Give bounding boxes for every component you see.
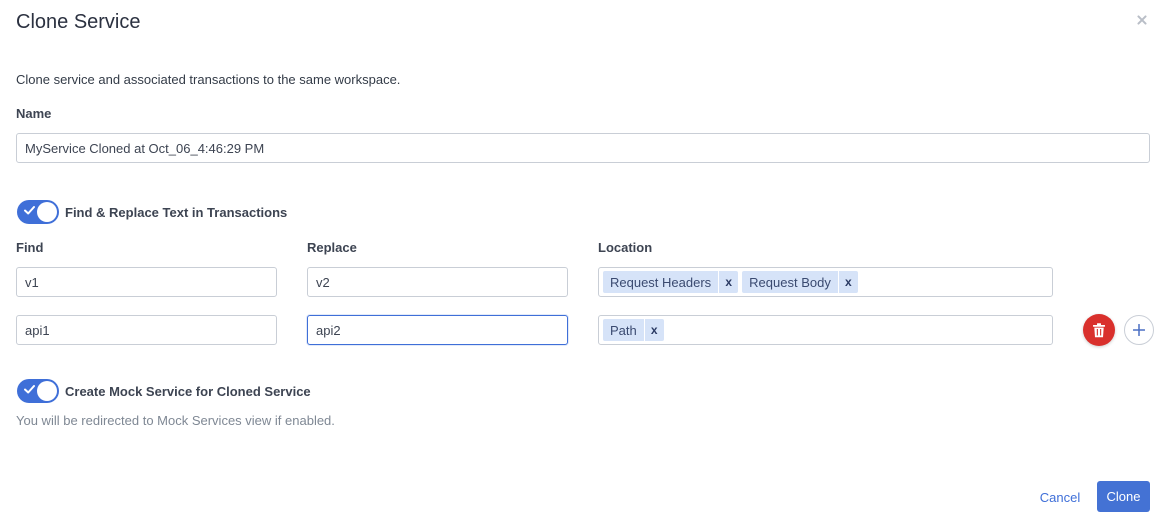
find-input[interactable] — [16, 267, 277, 297]
find-column-label: Find — [16, 240, 44, 255]
mock-service-toggle-label: Create Mock Service for Cloned Service — [65, 384, 311, 399]
name-label: Name — [16, 106, 52, 121]
delete-row-button[interactable] — [1083, 314, 1115, 346]
close-icon[interactable] — [1135, 13, 1149, 27]
dialog-description: Clone service and associated transaction… — [16, 72, 401, 87]
toggle-knob — [37, 202, 57, 222]
location-tag: Request Body x — [742, 271, 858, 293]
mock-service-toggle[interactable] — [17, 379, 59, 403]
cancel-button[interactable]: Cancel — [1030, 482, 1090, 512]
location-tag: Path x — [603, 319, 664, 341]
find-replace-toggle[interactable] — [17, 200, 59, 224]
tag-remove-icon[interactable]: x — [838, 271, 858, 293]
replace-column-label: Replace — [307, 240, 357, 255]
trash-icon — [1093, 322, 1105, 337]
dialog-title: Clone Service — [16, 11, 141, 33]
location-tag-label: Path — [603, 319, 644, 341]
mock-service-hint: You will be redirected to Mock Services … — [16, 413, 335, 428]
replace-input[interactable] — [307, 315, 568, 345]
tag-remove-icon[interactable]: x — [719, 271, 739, 293]
location-tag-label: Request Body — [742, 271, 838, 293]
location-select[interactable]: Path x — [598, 315, 1053, 345]
clone-button[interactable]: Clone — [1097, 481, 1150, 512]
location-tag-label: Request Headers — [603, 271, 719, 293]
toggle-knob — [37, 381, 57, 401]
location-select[interactable]: Request Headers x Request Body x — [598, 267, 1053, 297]
plus-icon — [1133, 324, 1145, 336]
name-input[interactable] — [16, 133, 1150, 163]
tag-remove-icon[interactable]: x — [644, 319, 664, 341]
add-row-button[interactable] — [1124, 315, 1154, 345]
find-input[interactable] — [16, 315, 277, 345]
replace-input[interactable] — [307, 267, 568, 297]
location-column-label: Location — [598, 240, 653, 255]
check-icon — [24, 385, 35, 394]
location-tag: Request Headers x — [603, 271, 739, 293]
check-icon — [24, 206, 35, 215]
find-replace-toggle-label: Find & Replace Text in Transactions — [65, 205, 288, 220]
